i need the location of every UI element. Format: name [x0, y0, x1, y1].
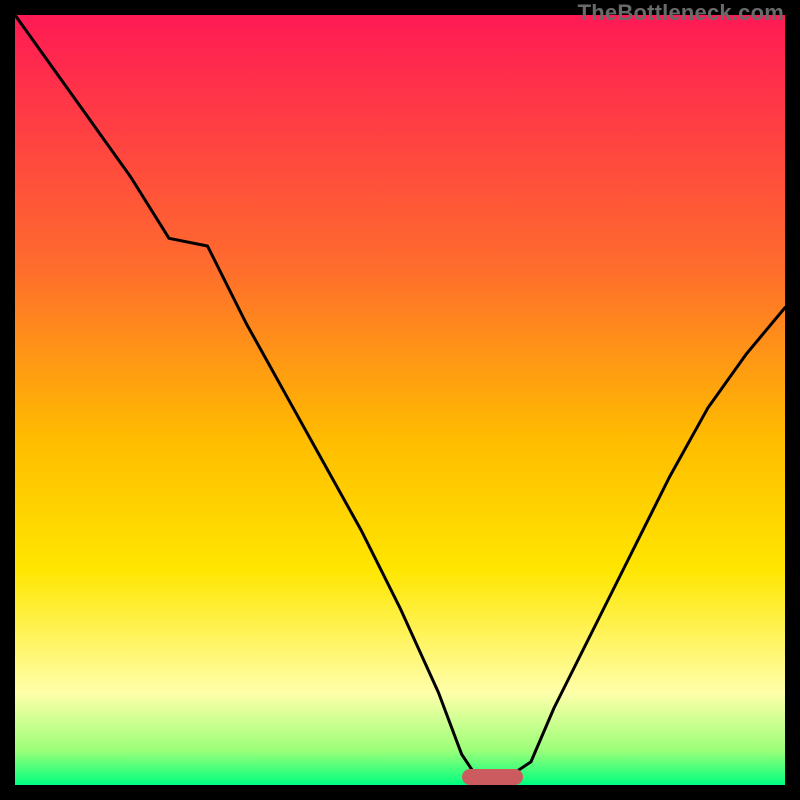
chart-stage: TheBottleneck.com: [0, 0, 800, 800]
bottleneck-curve: [15, 15, 785, 785]
plot-area: [15, 15, 785, 785]
optimal-range-marker: [462, 769, 524, 785]
watermark-text: TheBottleneck.com: [578, 0, 784, 26]
